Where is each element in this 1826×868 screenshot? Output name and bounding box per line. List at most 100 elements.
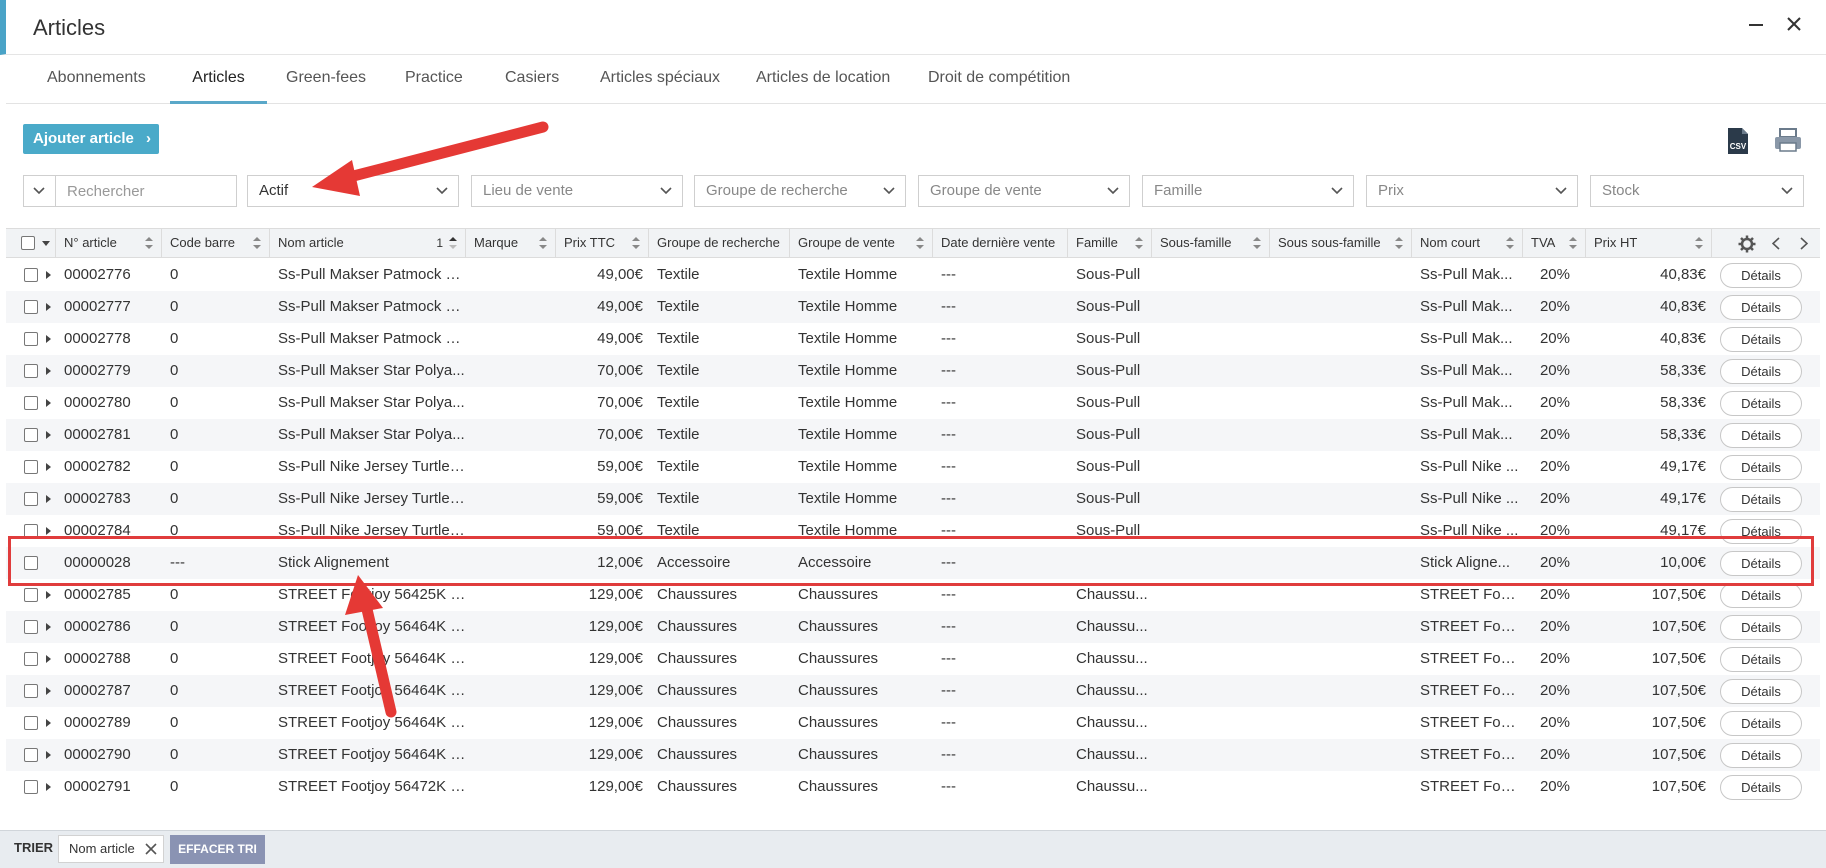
col-sous-famille[interactable]: Sous-famille [1152,229,1270,257]
table-row[interactable]: 00002786 0 STREET Footjoy 56464K H... 129,0… [6,611,1820,643]
tab-casiers[interactable]: Casiers [505,56,559,104]
row-checkbox[interactable] [24,684,38,698]
table-row[interactable]: 00002788 0 STREET Footjoy 56464K H... 129,0… [6,643,1820,675]
select-all-checkbox[interactable] [21,236,35,250]
expand-row-icon[interactable] [46,655,51,663]
expand-row-icon[interactable] [46,687,51,695]
row-checkbox[interactable] [24,492,38,506]
col-nom-court[interactable]: Nom court [1412,229,1523,257]
details-button[interactable]: Détails [1720,679,1802,704]
tab-practice[interactable]: Practice [405,56,463,104]
col-marque[interactable]: Marque [466,229,556,257]
expand-row-icon[interactable] [46,463,51,471]
add-article-button[interactable]: Ajouter article › [23,124,159,154]
row-checkbox[interactable] [24,332,38,346]
details-button[interactable]: Détails [1720,487,1802,512]
row-checkbox[interactable] [24,716,38,730]
row-checkbox[interactable] [24,300,38,314]
col-nom-article[interactable]: Nom article 1 [270,229,466,257]
expand-row-icon[interactable] [46,495,51,503]
table-row[interactable]: 00002791 0 STREET Footjoy 56472K H... 129,0… [6,771,1820,803]
col-groupe-de-vente[interactable]: Groupe de vente [790,229,933,257]
col-date-derniere-vente[interactable]: Date dernière vente [933,229,1068,257]
row-checkbox[interactable] [24,460,38,474]
details-button[interactable]: Détails [1720,743,1802,768]
status-filter-select[interactable]: Actif [247,175,459,207]
details-button[interactable]: Détails [1720,359,1802,384]
table-row[interactable]: 00002776 0 Ss-Pull Makser Patmock C... 49,0… [6,259,1820,291]
row-checkbox[interactable] [24,428,38,442]
col-code-barre[interactable]: Code barre [162,229,270,257]
details-button[interactable]: Détails [1720,423,1802,448]
details-button[interactable]: Détails [1720,583,1802,608]
table-row[interactable]: 00002783 0 Ss-Pull Nike Jersey Turtle ... 5… [6,483,1820,515]
expand-row-icon[interactable] [46,335,51,343]
close-icon[interactable] [1780,12,1808,40]
expand-row-icon[interactable] [46,751,51,759]
csv-icon[interactable]: CSV [1726,127,1750,155]
expand-row-icon[interactable] [46,719,51,727]
table-row[interactable]: 00002778 0 Ss-Pull Makser Patmock C... 49,0… [6,323,1820,355]
expand-row-icon[interactable] [46,783,51,791]
search-input[interactable] [57,176,235,206]
details-button[interactable]: Détails [1720,775,1802,800]
table-row[interactable]: 00002781 0 Ss-Pull Makser Star Polya... 70,… [6,419,1820,451]
col-famille[interactable]: Famille [1068,229,1152,257]
row-checkbox[interactable] [24,396,38,410]
prix-select[interactable]: Prix [1366,175,1578,207]
expand-row-icon[interactable] [46,623,51,631]
search-options-dropdown[interactable] [24,176,56,206]
minimize-icon[interactable] [1742,12,1770,40]
details-button[interactable]: Détails [1720,615,1802,640]
tab-articles[interactable]: Articles [170,56,267,104]
tab-articles-speciaux[interactable]: Articles spéciaux [600,56,720,104]
table-row[interactable]: 00002787 0 STREET Footjoy 56464K H... 129,0… [6,675,1820,707]
print-icon[interactable] [1774,128,1802,152]
expand-row-icon[interactable] [46,303,51,311]
tab-green-fees[interactable]: Green-fees [286,56,366,104]
details-button[interactable]: Détails [1720,647,1802,672]
expand-row-icon[interactable] [46,367,51,375]
chevron-right-icon[interactable] [1800,237,1808,250]
table-row[interactable]: 00002782 0 Ss-Pull Nike Jersey Turtle ... 5… [6,451,1820,483]
row-checkbox[interactable] [24,620,38,634]
col-sous-sous-famille[interactable]: Sous sous-famille [1270,229,1412,257]
expand-row-icon[interactable] [46,527,51,535]
groupe-de-vente-select[interactable]: Groupe de vente [918,175,1130,207]
lieu-de-vente-select[interactable]: Lieu de vente [471,175,683,207]
tab-articles-de-location[interactable]: Articles de location [756,56,890,104]
col-prix-ttc[interactable]: Prix TTC [556,229,649,257]
expand-row-icon[interactable] [46,431,51,439]
table-row[interactable]: 00002780 0 Ss-Pull Makser Star Polya... 70,… [6,387,1820,419]
table-row[interactable]: 00002790 0 STREET Footjoy 56464K H... 129,0… [6,739,1820,771]
tab-abonnements[interactable]: Abonnements [47,56,146,104]
famille-select[interactable]: Famille [1142,175,1354,207]
col-tva[interactable]: TVA [1523,229,1586,257]
row-checkbox[interactable] [24,780,38,794]
details-button[interactable]: Détails [1720,263,1802,288]
expand-row-icon[interactable] [46,271,51,279]
stock-select[interactable]: Stock [1590,175,1804,207]
details-button[interactable]: Détails [1720,295,1802,320]
clear-sort-button[interactable]: EFFACER TRI [170,835,265,864]
details-button[interactable]: Détails [1720,455,1802,480]
col-prix-ht[interactable]: Prix HT [1586,229,1712,257]
details-button[interactable]: Détails [1720,711,1802,736]
chevron-left-icon[interactable] [1772,237,1780,250]
row-checkbox[interactable] [24,652,38,666]
groupe-de-recherche-select[interactable]: Groupe de recherche [694,175,906,207]
close-icon[interactable] [145,843,157,855]
col-num-article[interactable]: N° article [56,229,162,257]
row-checkbox[interactable] [24,268,38,282]
table-row[interactable]: 00002777 0 Ss-Pull Makser Patmock C... 49,0… [6,291,1820,323]
gear-icon[interactable] [1738,235,1756,253]
details-button[interactable]: Détails [1720,327,1802,352]
row-checkbox[interactable] [24,588,38,602]
table-row[interactable]: 00002779 0 Ss-Pull Makser Star Polya... 70,… [6,355,1820,387]
row-checkbox[interactable] [24,364,38,378]
expand-row-icon[interactable] [46,591,51,599]
table-row[interactable]: 00002789 0 STREET Footjoy 56464K H... 129,0… [6,707,1820,739]
col-groupe-de-recherche[interactable]: Groupe de recherche [649,229,790,257]
expand-row-icon[interactable] [46,399,51,407]
details-button[interactable]: Détails [1720,391,1802,416]
